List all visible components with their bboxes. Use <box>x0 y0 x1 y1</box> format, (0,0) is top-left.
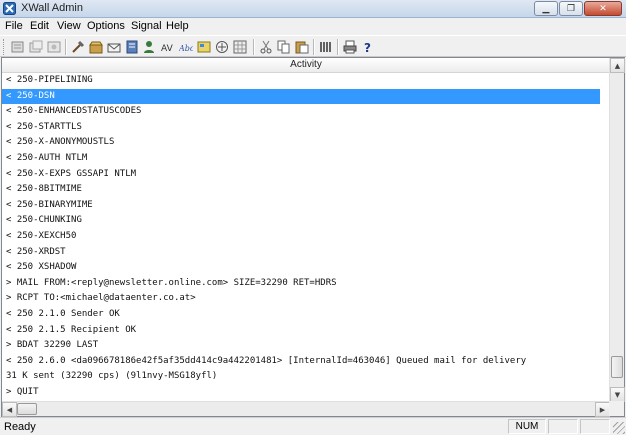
cut-icon[interactable] <box>258 39 274 55</box>
mail-queue-icon[interactable] <box>106 39 122 55</box>
menu-signal[interactable]: Signal <box>131 20 162 32</box>
svg-text:AV: AV <box>161 44 174 54</box>
print-icon[interactable] <box>342 39 358 55</box>
scroll-right-button[interactable]: ▶ <box>595 402 610 417</box>
properties-icon[interactable] <box>10 39 26 55</box>
address-book-icon[interactable] <box>232 39 248 55</box>
archive-icon[interactable] <box>88 39 104 55</box>
toolbar: AV Abc ? <box>0 35 626 57</box>
close-button[interactable]: ✕ <box>584 1 622 16</box>
activity-log-row[interactable]: < 250-AUTH NTLM <box>2 151 600 166</box>
svg-text:Abc: Abc <box>179 44 193 53</box>
svg-text:?: ? <box>364 41 371 54</box>
menu-edit[interactable]: Edit <box>30 20 49 32</box>
activity-log-row[interactable]: < 250 2.6.0 <da096678186e42f5af35dd414c9… <box>2 354 600 369</box>
status-indicator-3 <box>580 419 610 434</box>
menu-options[interactable]: Options <box>87 20 125 32</box>
menu-file[interactable]: File <box>5 20 23 32</box>
activity-log-row[interactable]: < 250-BINARYMIME <box>2 198 600 213</box>
help-icon[interactable]: ? <box>360 39 376 55</box>
maximize-button[interactable]: ❐ <box>559 1 583 16</box>
window-title: XWall Admin <box>21 2 83 14</box>
activity-log-row[interactable]: > BDAT 32290 LAST <box>2 338 600 353</box>
settings-icon[interactable] <box>46 39 62 55</box>
title-bar[interactable]: XWall Admin ▁ ❐ ✕ <box>0 0 626 18</box>
spam-icon[interactable]: Abc <box>178 39 194 55</box>
activity-column-header[interactable]: Activity <box>2 58 610 73</box>
activity-log-row[interactable]: < 250-DSN <box>2 88 600 104</box>
minimize-button[interactable]: ▁ <box>534 1 558 16</box>
vertical-scrollbar[interactable]: ▲ ▼ <box>609 58 625 402</box>
copy-settings-icon[interactable] <box>28 39 44 55</box>
status-text: Ready <box>4 421 36 433</box>
status-num-indicator: NUM <box>508 419 546 434</box>
add-user-icon[interactable] <box>142 39 158 55</box>
activity-log-row[interactable]: < 250 XSHADOW <box>2 260 600 275</box>
scrollbar-corner <box>609 401 624 416</box>
activity-log-row[interactable]: > MAIL FROM:<reply@newsletter.online.com… <box>2 276 600 291</box>
activity-log-list[interactable]: < 250-PIPELINING < 250-DSN < 250-ENHANCEDS… <box>2 73 610 402</box>
menu-help[interactable]: Help <box>166 20 189 32</box>
menu-bar: File Edit View Options Signal Help <box>0 18 626 35</box>
vertical-scroll-thumb[interactable] <box>611 356 623 379</box>
statistics-icon[interactable]: AV <box>160 39 176 55</box>
virus-icon[interactable] <box>196 39 212 55</box>
activity-log-row[interactable]: < 250-CHUNKING <box>2 213 600 228</box>
server-icon[interactable] <box>124 39 140 55</box>
activity-log-row[interactable]: 31 K sent (32290 cps) (9l1nvy-MSG18yfl) <box>2 369 600 384</box>
activity-log-row[interactable]: < 250 2.1.5 Recipient OK <box>2 323 600 338</box>
tools-icon[interactable] <box>70 39 86 55</box>
status-bar: Ready NUM <box>0 417 626 435</box>
activity-log-row[interactable]: < 250 2.1.0 Sender OK <box>2 307 600 322</box>
activity-log-row[interactable]: < 250-STARTTLS <box>2 120 600 135</box>
horizontal-scrollbar[interactable]: ◀ ▶ <box>2 401 610 417</box>
resize-grip[interactable] <box>613 422 625 434</box>
activity-log-row[interactable]: < 250-ENHANCEDSTATUSCODES <box>2 104 600 119</box>
activity-log-row[interactable]: > QUIT <box>2 385 600 400</box>
activity-log-row[interactable]: > RCPT TO:<michael@dataenter.co.at> <box>2 291 600 306</box>
horizontal-scroll-thumb[interactable] <box>17 403 37 415</box>
activity-log-row[interactable]: < 250-X-EXPS GSSAPI NTLM <box>2 167 600 182</box>
activity-panel: Activity < 250-PIPELINING < 250-DSN < 250-… <box>1 57 625 417</box>
activity-log-row[interactable]: < 250-XEXCH50 <box>2 229 600 244</box>
scroll-left-button[interactable]: ◀ <box>2 402 17 417</box>
menu-view[interactable]: View <box>57 20 81 32</box>
filter-icon[interactable] <box>214 39 230 55</box>
toolbar-grip[interactable] <box>3 39 6 55</box>
activity-log-row[interactable]: < 250-X-ANONYMOUSTLS <box>2 135 600 150</box>
status-indicator-2 <box>548 419 578 434</box>
scroll-down-button[interactable]: ▼ <box>610 387 625 402</box>
scroll-up-button[interactable]: ▲ <box>610 58 625 73</box>
columns-icon[interactable] <box>318 39 334 55</box>
copy-icon[interactable] <box>276 39 292 55</box>
xwall-app-icon[interactable] <box>3 2 16 15</box>
paste-icon[interactable] <box>294 39 310 55</box>
activity-log-row[interactable]: < 250-PIPELINING <box>2 73 600 88</box>
activity-log-row[interactable]: < 250-8BITMIME <box>2 182 600 197</box>
activity-log-row[interactable]: < 250-XRDST <box>2 245 600 260</box>
